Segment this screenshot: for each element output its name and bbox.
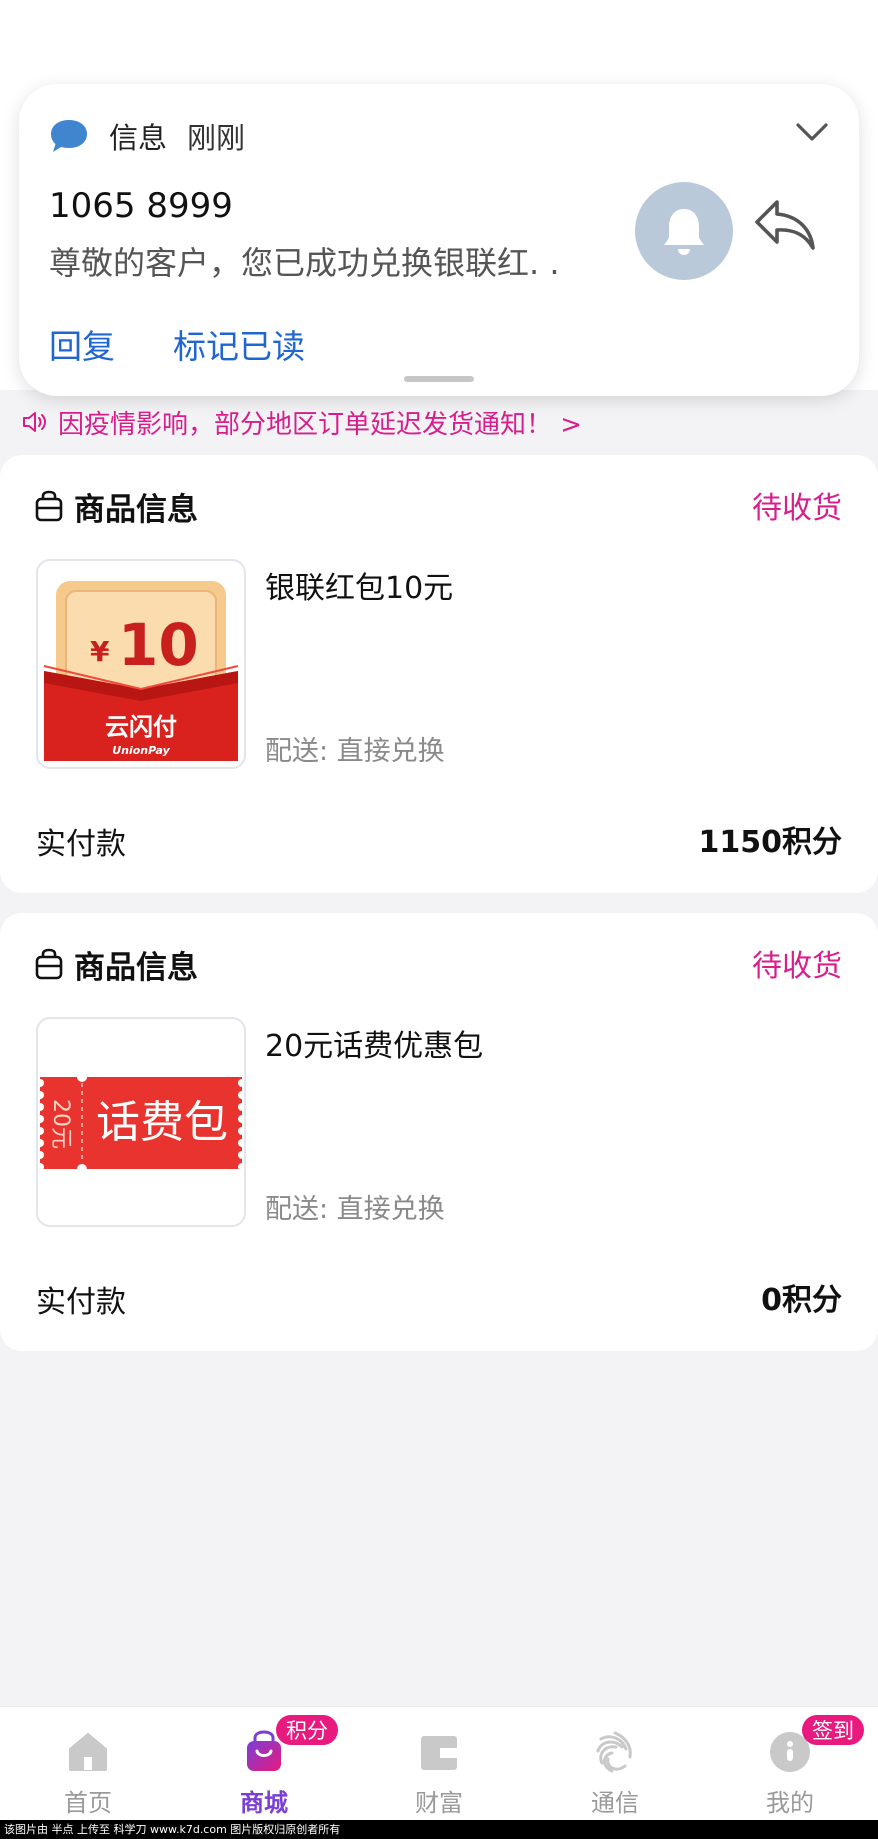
notification-body: 尊敬的客户，您已成功兑换银联红. .: [49, 244, 560, 282]
drag-handle[interactable]: [404, 376, 474, 382]
order-card[interactable]: 商品信息 待收货 20元 话费包 20元话费优惠包 配送: 直接兑换 实付款 0…: [0, 913, 878, 1351]
tab-label: 商城: [240, 1789, 288, 1817]
shopping-bag-icon: [35, 948, 63, 980]
mark-read-action-button[interactable]: 标记已读: [173, 320, 305, 368]
product-name[interactable]: 银联红包10元: [265, 563, 453, 607]
mute-bell-button[interactable]: [635, 182, 733, 280]
reply-action-button[interactable]: 回复: [49, 320, 115, 368]
packet-brand-sub: UnionPay: [112, 744, 170, 757]
packet-amount: 10: [118, 611, 199, 679]
shopping-bag-icon: [35, 490, 63, 522]
mobile-network-icon: [596, 1731, 632, 1773]
tab-label: 财富: [415, 1789, 463, 1817]
wallet-icon: [421, 1736, 457, 1770]
home-icon: [69, 1733, 107, 1771]
tab-label: 我的: [766, 1789, 814, 1817]
coupon-side-text: 20元: [48, 1099, 73, 1149]
tab-telecom[interactable]: 通信: [527, 1707, 703, 1821]
delivery-method: 配送: 直接兑换: [265, 1194, 445, 1225]
packet-currency: ¥: [90, 635, 110, 668]
notification-header: 信息 刚刚: [49, 116, 245, 156]
chevron-down-icon[interactable]: [795, 120, 829, 144]
product-image[interactable]: ¥ 10 云闪付 UnionPay: [36, 559, 246, 769]
coupon-main-text: 话费包: [96, 1097, 228, 1148]
delivery-method: 配送: 直接兑换: [265, 736, 445, 767]
tab-label: 通信: [591, 1789, 639, 1817]
phone-credit-coupon-image: 20元 话费包: [38, 1072, 244, 1174]
product-image[interactable]: 20元 话费包: [36, 1017, 246, 1227]
tab-home[interactable]: 首页: [0, 1707, 176, 1821]
order-status: 待收货: [752, 949, 842, 984]
tab-profile[interactable]: 我的 签到: [702, 1707, 878, 1821]
payment-value: 1150积分: [698, 825, 843, 860]
reply-arrow-icon: [755, 200, 815, 250]
bottom-tab-bar: 首页 商城 积分 财富 通信 我的 签到: [0, 1706, 878, 1820]
notice-text: 因疫情影响，部分地区订单延迟发货通知！ >: [58, 409, 583, 440]
payment-label: 实付款: [36, 827, 126, 862]
order-card[interactable]: 商品信息 待收货 ¥ 10 云闪付 UnionPay 银联红包10元 配送: 直…: [0, 455, 878, 893]
packet-brand: 云闪付: [105, 713, 177, 741]
watermark-text: 该图片由 半点 上传至 科学刀 www.k7d.com 图片版权归原创者所有: [0, 1820, 878, 1839]
notification-time: 刚刚: [187, 121, 246, 155]
unionpay-red-packet-image: ¥ 10 云闪付 UnionPay: [43, 581, 239, 761]
sms-notification[interactable]: 信息 刚刚 1065 8999 尊敬的客户，您已成功兑换银联红. . 回复 标记…: [19, 84, 859, 396]
notification-app-name: 信息: [109, 121, 168, 155]
section-title: 商品信息: [74, 491, 198, 528]
tab-label: 首页: [64, 1789, 112, 1817]
card-header: 商品信息: [34, 941, 198, 987]
notification-actions: 回复 标记已读: [49, 320, 363, 368]
payment-label: 实付款: [36, 1285, 126, 1320]
speaker-icon: [23, 412, 46, 432]
tab-mall[interactable]: 商城 积分: [176, 1707, 352, 1821]
bell-icon: [664, 209, 704, 255]
tab-wealth[interactable]: 财富: [351, 1707, 527, 1821]
check-in-badge: 签到: [802, 1715, 864, 1745]
message-bubble-icon: [51, 120, 87, 152]
product-name[interactable]: 20元话费优惠包: [265, 1021, 483, 1065]
payment-value: 0积分: [761, 1283, 842, 1318]
points-badge: 积分: [276, 1715, 338, 1745]
notification-sender: 1065 8999: [49, 186, 233, 226]
quick-reply-button[interactable]: [753, 196, 819, 256]
notice-bar[interactable]: 因疫情影响，部分地区订单延迟发货通知！ >: [22, 404, 582, 440]
order-status: 待收货: [752, 491, 842, 526]
card-header: 商品信息: [34, 483, 198, 529]
section-title: 商品信息: [74, 949, 198, 986]
